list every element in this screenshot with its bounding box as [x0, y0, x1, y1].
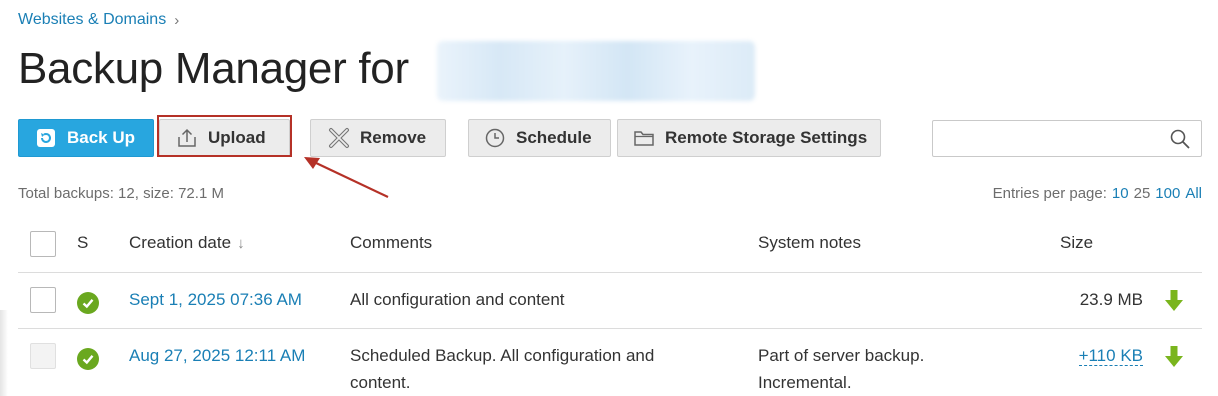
- backup-icon: [35, 127, 57, 149]
- remote-storage-settings-label: Remote Storage Settings: [665, 128, 868, 147]
- column-header-comments: Comments: [350, 233, 433, 252]
- remove-x-icon: [328, 127, 350, 149]
- backup-comment-line2: content.: [350, 373, 411, 392]
- row-divider: [18, 328, 1202, 329]
- chevron-right-icon: ›: [174, 11, 180, 29]
- sort-arrow-icon: ↓: [237, 235, 245, 252]
- system-notes-line1: Part of server backup.: [758, 346, 925, 365]
- select-all-checkbox[interactable]: [30, 231, 56, 257]
- side-panel-edge: [0, 310, 8, 396]
- column-header-creation-date[interactable]: Creation date ↓: [129, 233, 245, 253]
- backup-comment-line1: Scheduled Backup. All configuration and: [350, 346, 655, 365]
- column-header-system-notes: System notes: [758, 233, 861, 252]
- backup-size: 23.9 MB: [1079, 290, 1143, 309]
- entries-per-page-label: Entries per page:: [992, 185, 1107, 202]
- system-notes-line2: Incremental.: [758, 373, 852, 392]
- backup-date-link[interactable]: Aug 27, 2025 12:11 AM: [129, 342, 305, 369]
- per-page-option-all[interactable]: All: [1185, 185, 1202, 202]
- backup-comment: All configuration and content: [350, 290, 565, 309]
- per-page-option-25: 25: [1133, 185, 1151, 202]
- status-ok-icon: [77, 292, 99, 314]
- schedule-label: Schedule: [516, 128, 592, 147]
- back-up-button[interactable]: Back Up: [18, 119, 154, 157]
- header-divider: [18, 272, 1202, 273]
- search-input[interactable]: [933, 121, 1201, 156]
- folder-icon: [633, 127, 655, 149]
- annotation-arrow: [304, 157, 389, 198]
- backup-comment: Scheduled Backup. All configuration and …: [350, 342, 654, 396]
- breadcrumb-link-websites-domains[interactable]: Websites & Domains: [18, 11, 166, 29]
- entries-per-page: Entries per page: 10 25 100 All: [993, 185, 1202, 202]
- download-arrow-icon[interactable]: [1163, 289, 1185, 311]
- download-arrow-icon[interactable]: [1163, 345, 1185, 367]
- annotation-highlight-box: [157, 115, 292, 157]
- page-title: Backup Manager for: [18, 44, 409, 93]
- remove-label: Remove: [360, 128, 427, 147]
- row-checkbox-disabled: [30, 343, 56, 369]
- per-page-option-10[interactable]: 10: [1112, 185, 1129, 202]
- creation-date-label: Creation date: [129, 233, 232, 252]
- backup-system-notes: Part of server backup. Incremental.: [758, 342, 924, 396]
- row-checkbox[interactable]: [30, 287, 56, 313]
- search-icon[interactable]: [1169, 128, 1191, 155]
- status-ok-icon: [77, 348, 99, 370]
- backup-date-link[interactable]: Sept 1, 2025 07:36 AM: [129, 286, 302, 313]
- backup-size: +110 KB: [990, 342, 1143, 369]
- breadcrumb: Websites & Domains ›: [18, 11, 179, 29]
- redacted-domain-name: [437, 41, 755, 101]
- column-header-status: S: [77, 233, 89, 252]
- column-header-size: Size: [1060, 233, 1094, 252]
- backup-summary: Total backups: 12, size: 72.1 M: [18, 185, 224, 202]
- clock-icon: [484, 127, 506, 149]
- schedule-button[interactable]: Schedule: [468, 119, 611, 157]
- search-box: [932, 120, 1202, 157]
- back-up-label: Back Up: [67, 128, 136, 147]
- incremental-size-link[interactable]: +110 KB: [1078, 346, 1143, 366]
- per-page-option-100[interactable]: 100: [1155, 185, 1180, 202]
- remote-storage-settings-button[interactable]: Remote Storage Settings: [617, 119, 881, 157]
